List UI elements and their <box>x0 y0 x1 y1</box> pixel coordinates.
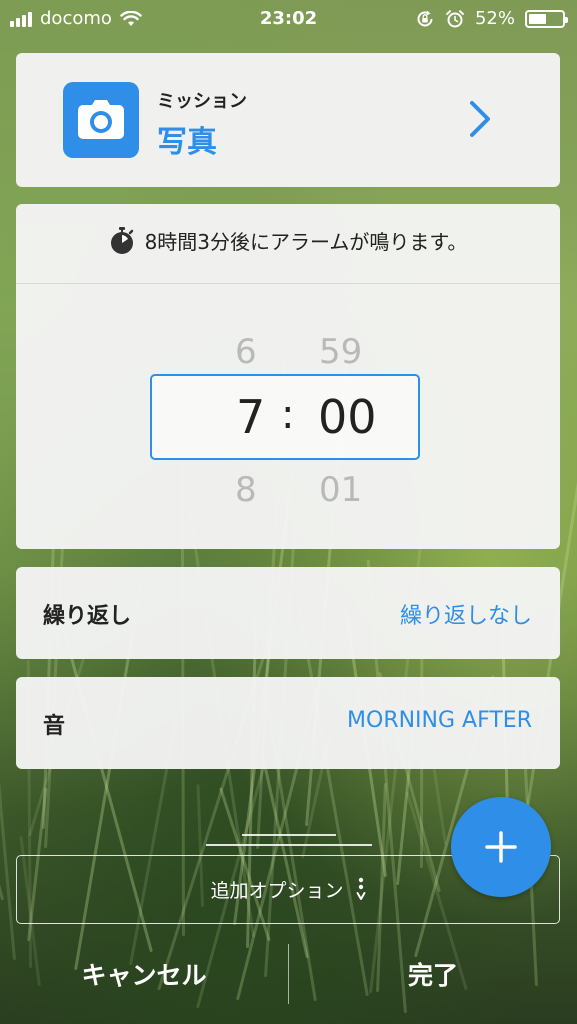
battery-level <box>529 13 546 24</box>
time-picker-card: 8時間3分後にアラームが鳴ります。 6 59 7 : 00 8 01 <box>16 204 560 549</box>
battery-icon <box>525 9 568 28</box>
chevron-right-icon <box>470 101 490 137</box>
plus-icon <box>485 831 517 863</box>
status-bar: docomo 23:02 52% <box>0 0 577 38</box>
countdown-message: 8時間3分後にアラームが鳴ります。 <box>16 226 560 255</box>
grass-streak <box>0 722 4 900</box>
battery-percent: 52% <box>474 8 515 29</box>
hour-next[interactable]: 8 <box>235 470 257 510</box>
stopwatch-icon <box>110 226 133 254</box>
alarm-clock-icon <box>445 9 464 27</box>
sound-label: 音 <box>43 714 66 739</box>
camera-icon <box>63 82 139 158</box>
sound-value: MORNING AFTER <box>347 708 532 733</box>
grass-streak <box>0 629 17 960</box>
status-right: 52% <box>415 8 568 29</box>
add-button[interactable] <box>451 797 551 897</box>
time-separator: : <box>281 392 295 438</box>
more-vertical-icon <box>356 877 365 900</box>
done-button[interactable]: 完了 <box>289 934 577 1014</box>
minute-selected[interactable]: 00 <box>318 390 377 444</box>
mission-card[interactable]: ミッション 写真 <box>16 53 560 187</box>
drag-handle[interactable] <box>206 834 372 848</box>
mission-label: ミッション <box>157 91 247 112</box>
divider <box>16 283 560 284</box>
hour-prev[interactable]: 6 <box>235 332 257 372</box>
rotation-lock-icon <box>417 10 433 26</box>
bottom-action-bar: キャンセル 完了 <box>0 934 577 1024</box>
repeat-row[interactable]: 繰り返し 繰り返しなし <box>16 567 560 659</box>
cancel-button[interactable]: キャンセル <box>0 934 288 1014</box>
sound-row[interactable]: 音 MORNING AFTER <box>16 677 560 769</box>
extra-options-label: 追加オプション <box>210 880 344 902</box>
repeat-value: 繰り返しなし <box>399 604 532 629</box>
hour-selected[interactable]: 7 <box>236 390 265 444</box>
mission-value: 写真 <box>157 125 217 160</box>
minute-prev[interactable]: 59 <box>319 332 362 372</box>
repeat-label: 繰り返し <box>43 604 132 629</box>
minute-next[interactable]: 01 <box>319 470 362 510</box>
countdown-text: 8時間3分後にアラームが鳴ります。 <box>144 230 468 254</box>
